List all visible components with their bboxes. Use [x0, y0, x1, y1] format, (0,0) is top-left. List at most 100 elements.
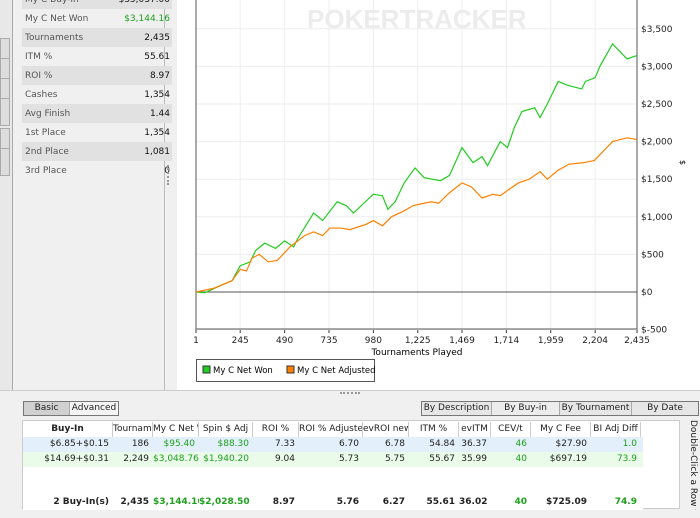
group-toggle: By Description By Buy-in By Tournament B…: [421, 401, 699, 416]
stat-value: 1,081: [144, 146, 170, 157]
y-tick-label: $500: [641, 250, 664, 260]
table-cell: $1,940.20: [203, 454, 249, 464]
tab-advanced[interactable]: Advanced: [70, 402, 118, 415]
column-header[interactable]: Tournaments: [113, 422, 153, 437]
table-cell: 35.99: [461, 454, 487, 464]
table-cell: $6.85+$0.15: [49, 439, 109, 449]
x-tick-label: 1,225: [405, 336, 431, 346]
x-tick-label: 1,469: [449, 336, 475, 346]
column-header[interactable]: ROI % Adjusted: [299, 422, 363, 437]
stat-label: Tournaments: [25, 32, 84, 43]
stat-value: $35,037.00: [118, 0, 170, 5]
stat-row: Tournaments 2,435: [22, 28, 172, 47]
series-line-1: [195, 137, 638, 293]
table-cell: 2 Buy-In(s): [53, 497, 109, 507]
table-row[interactable]: $14.69+$0.31 2,249 $3,048.76 $1,940.20 9.04 5…: [23, 452, 643, 467]
table-cell: 55.67: [429, 454, 455, 464]
tab-by-date[interactable]: By Date: [632, 402, 698, 415]
x-tick-label: 735: [320, 336, 337, 346]
table-cell: 74.9: [614, 497, 637, 507]
table-cell: 2,435: [120, 497, 149, 507]
column-header[interactable]: evITM: [459, 422, 491, 437]
y-tick-label: $2,500: [641, 100, 673, 110]
stat-row: My C Net Won $3,144.16: [22, 9, 172, 28]
table-cell: 5.76: [336, 497, 359, 507]
chart-area: POKERTRACKER 1 245 490 735 980 1,225 1,469 1,714…: [177, 0, 700, 390]
legend-label: My C Net Adjusted: [297, 366, 376, 376]
x-tick-label: 1: [193, 336, 199, 346]
y-tick-label: $1,500: [641, 175, 673, 185]
splitter-handle[interactable]: [340, 392, 360, 394]
side-button[interactable]: [0, 148, 10, 176]
view-toggle: Basic Advanced: [23, 401, 119, 416]
column-header[interactable]: ROI %: [253, 422, 299, 437]
x-tick-label: 2,204: [582, 336, 608, 346]
column-header[interactable]: My C Fee: [531, 422, 591, 437]
y-tick-label: $3,500: [641, 25, 673, 35]
table-total-row[interactable]: 2 Buy-In(s) 2,435 $3,144.16 $2,028.50 8.97 5.…: [23, 495, 643, 510]
table-cell: 73.9: [616, 454, 637, 464]
y-tick-label: $-500: [641, 326, 667, 336]
stat-value: 55.61: [144, 51, 170, 62]
table-cell: 36.02: [459, 497, 488, 507]
table-cell: $27.90: [555, 439, 588, 449]
stat-label: My C Buy-In: [25, 0, 79, 5]
table-cell: 6.27: [382, 497, 405, 507]
stat-value: 1,354: [144, 127, 170, 138]
side-hint: Double-Click a Row for Details: [688, 420, 698, 510]
table-cell: 6.78: [384, 439, 405, 449]
series-line-0: [195, 42, 638, 294]
tab-basic[interactable]: Basic: [24, 402, 70, 415]
column-header[interactable]: Spin $ Adj: [199, 422, 253, 437]
table-cell: 6.70: [338, 439, 359, 449]
table-row[interactable]: $6.85+$0.15 186 $95.40 $88.30 7.33 6.70 6.78 54…: [23, 437, 643, 452]
splitter-handle[interactable]: [167, 165, 171, 185]
x-tick-label: 2,435: [624, 336, 650, 346]
stat-row: 3rd Place 0: [22, 161, 172, 180]
tab-by-buy-in[interactable]: By Buy-in: [492, 402, 560, 415]
side-button[interactable]: [0, 98, 10, 126]
y-axis-label: $: [678, 160, 687, 165]
table-cell: $3,048.76: [153, 454, 199, 464]
x-tick-label: 490: [276, 336, 293, 346]
results-chart: POKERTRACKER 1 245 490 735 980 1,225 1,469 1,714…: [193, 0, 687, 382]
table-cell: 54.84: [429, 439, 455, 449]
x-tick-label: 1,714: [493, 336, 519, 346]
y-tick-label: $2,000: [641, 138, 673, 148]
table-cell: 5.75: [384, 454, 405, 464]
column-header[interactable]: My C Net Won: [153, 422, 199, 437]
column-header[interactable]: Buy-In: [23, 422, 113, 437]
x-axis-label: Tournaments Played: [370, 348, 462, 358]
stat-value: 1.44: [149, 108, 170, 119]
column-header[interactable]: ITM %: [409, 422, 459, 437]
stat-label: Cashes: [25, 89, 58, 100]
table-cell: $95.40: [163, 439, 196, 449]
column-header[interactable]: evROI new: [363, 422, 409, 437]
table-cell: 46: [515, 439, 527, 449]
stat-label: Avg Finish: [25, 108, 71, 119]
x-tick-label: 245: [232, 336, 249, 346]
table-cell: $2,028.50: [199, 497, 250, 507]
stat-label: 2nd Place: [25, 146, 69, 157]
stat-value: $3,144.16: [124, 13, 170, 24]
stat-row: 2nd Place 1,081: [22, 142, 172, 161]
left-toolbar: [0, 0, 13, 390]
y-tick-label: $1,000: [641, 213, 673, 223]
stats-panel: My C Buy-In $35,037.00 My C Net Won $3,144.…: [13, 0, 172, 390]
tab-by-description[interactable]: By Description: [422, 402, 492, 415]
table-cell: 40: [515, 454, 527, 464]
column-header[interactable]: BI Adj Diff: [591, 422, 641, 437]
column-header[interactable]: CEV/t: [491, 422, 531, 437]
stat-label: 3rd Place: [25, 165, 67, 176]
table-cell: 55.61: [426, 497, 455, 507]
table-cell: 186: [131, 439, 149, 449]
stat-value: 1,354: [144, 89, 170, 100]
table-cell: 5.73: [338, 454, 359, 464]
table-cell: $14.69+$0.31: [44, 454, 109, 464]
table-cell: 7.33: [274, 439, 295, 449]
y-tick-label: $3,000: [641, 62, 673, 72]
tab-by-tournament[interactable]: By Tournament: [560, 402, 632, 415]
table-cell: 8.97: [272, 497, 295, 507]
x-tick-label: 980: [365, 336, 382, 346]
stat-label: ITM %: [25, 51, 53, 62]
